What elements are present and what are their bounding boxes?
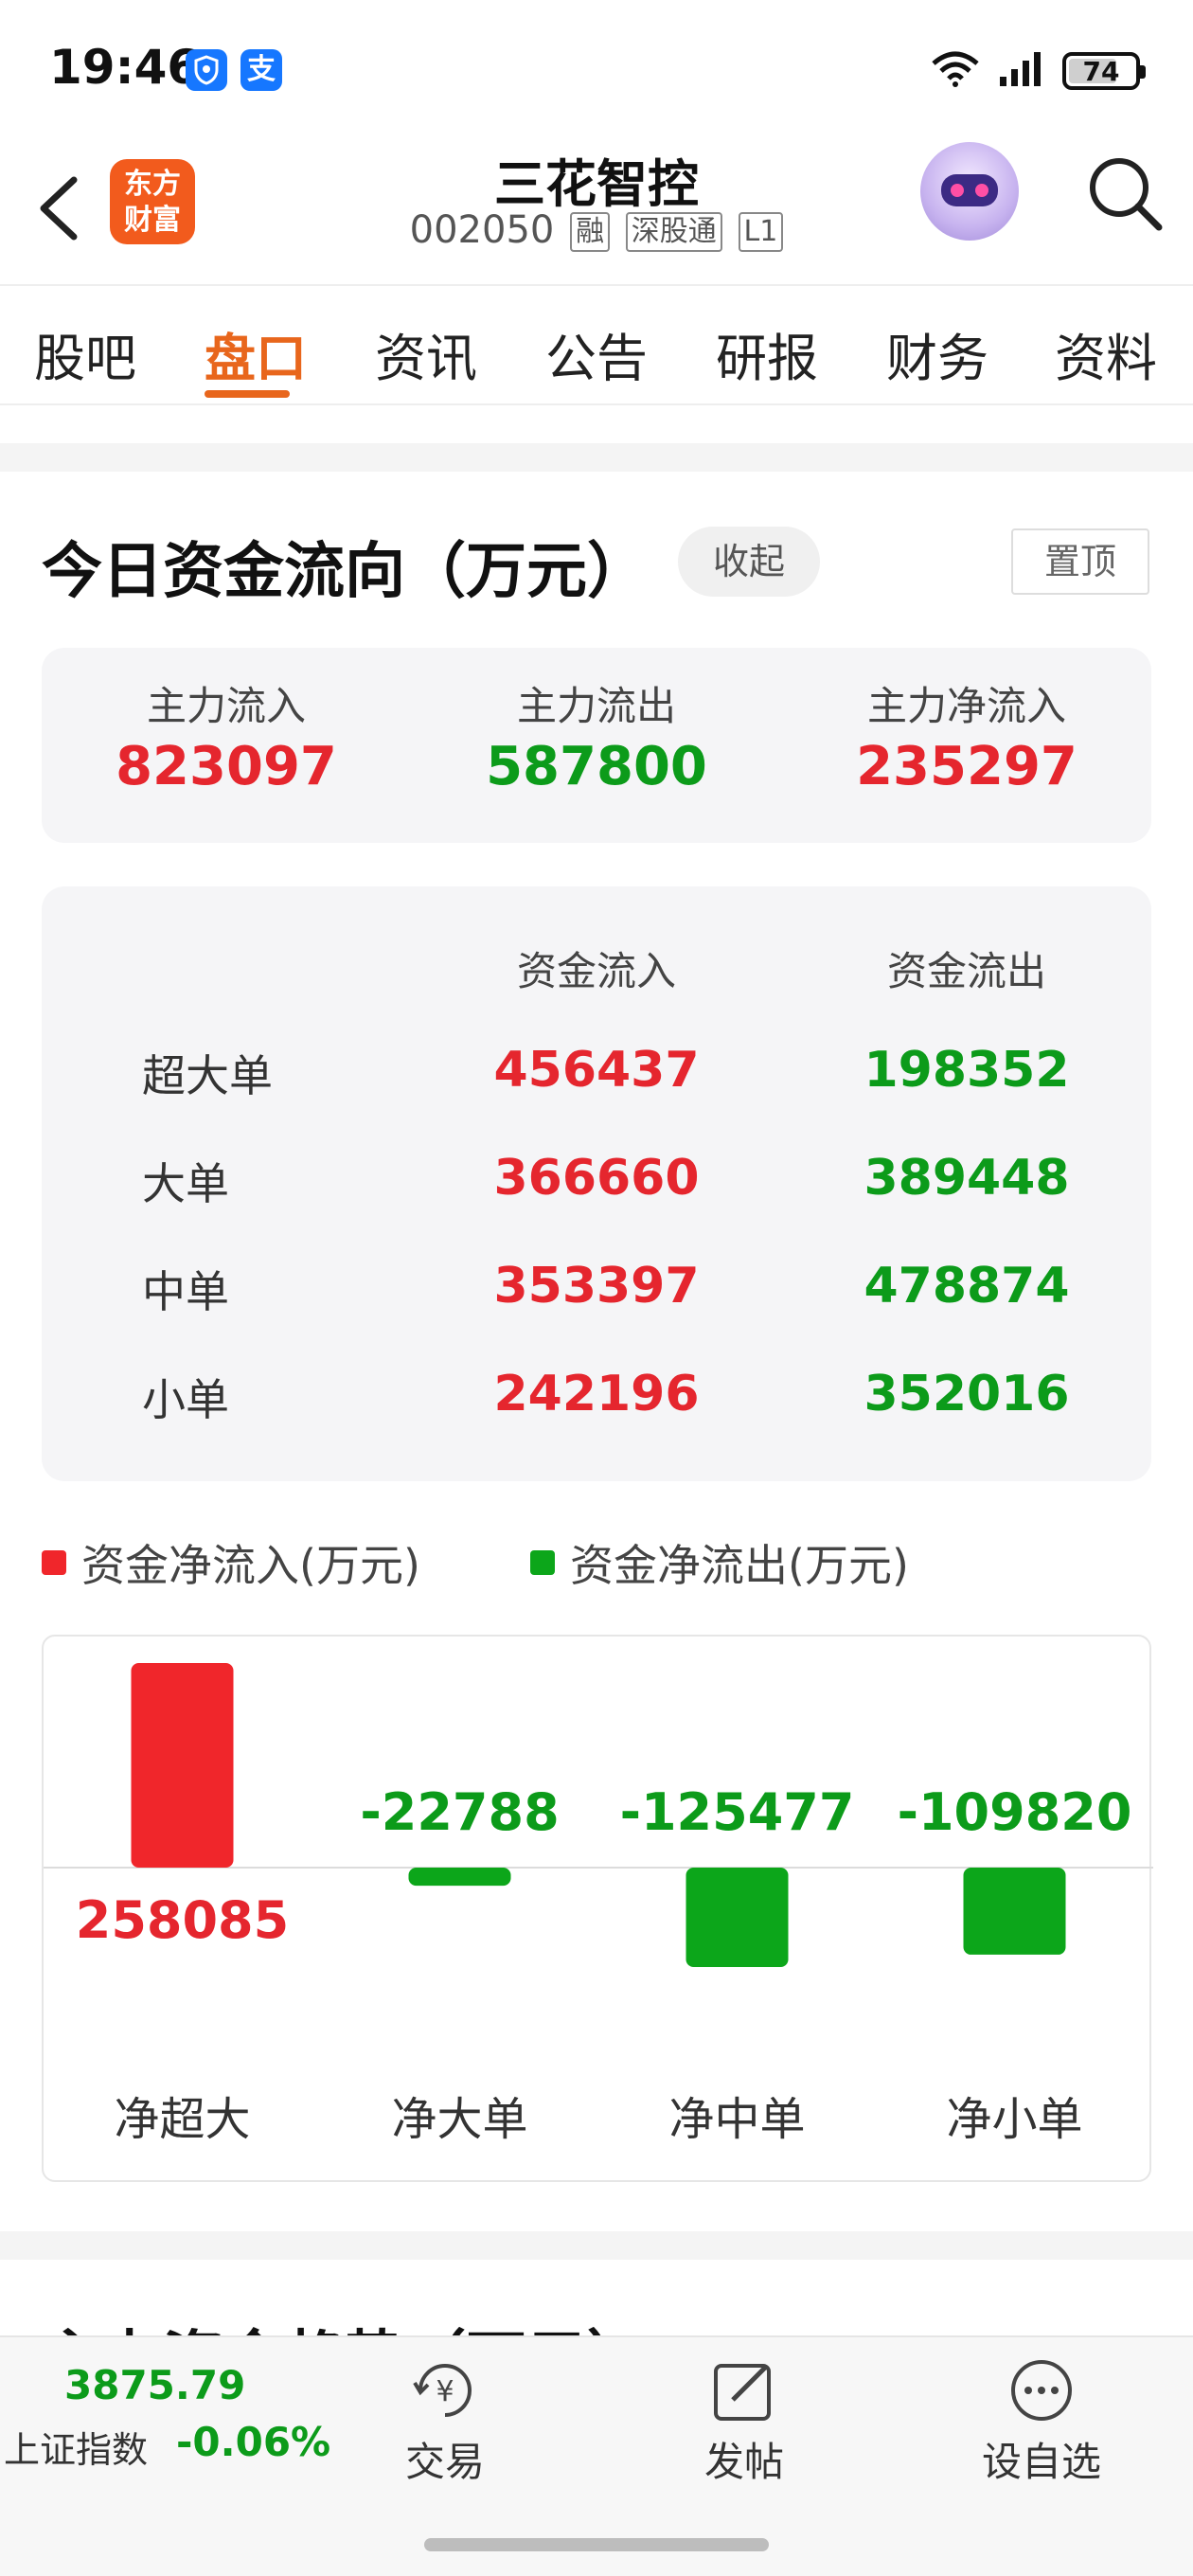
- row-label: 小单: [142, 1374, 229, 1425]
- inflow-value: 242196: [493, 1366, 700, 1422]
- main-inflow-value: 823097: [116, 736, 337, 797]
- category-label-2: 净中单: [668, 2093, 805, 2146]
- svg-text:¥: ¥: [436, 2375, 454, 2408]
- shield-app-icon: [186, 49, 227, 91]
- bar-value-label-1: -22788: [360, 1782, 559, 1842]
- bar-0: [131, 1663, 234, 1868]
- table-row: 超大单 456437 198352: [42, 1042, 1151, 1118]
- legend-swatch-red: [42, 1550, 66, 1575]
- main-inflow: 主力流入 823097: [42, 674, 411, 797]
- legend-outflow-label: 资金净流出(万元): [570, 1540, 909, 1591]
- more-dots-icon: [1007, 2356, 1076, 2424]
- status-bar: 19:46 支 74: [0, 0, 1193, 142]
- main-outflow: 主力流出 587800: [412, 674, 781, 797]
- tab-research[interactable]: 研报: [716, 316, 818, 391]
- robot-assistant-icon[interactable]: [920, 142, 1019, 241]
- tab-bar: 股吧 盘口 资讯 公告 研报 财务 资料: [0, 284, 1193, 405]
- add-watchlist-button[interactable]: 设自选: [947, 2356, 1136, 2488]
- tab-guba[interactable]: 股吧: [34, 316, 136, 391]
- bar-3: [963, 1868, 1066, 1955]
- column-header-inflow: 资金流入: [516, 948, 676, 994]
- legend-inflow: 资金净流入(万元): [42, 1534, 420, 1591]
- outflow-value: 478874: [864, 1258, 1070, 1315]
- category-label-3: 净小单: [946, 2093, 1082, 2146]
- tab-news[interactable]: 资讯: [375, 316, 477, 391]
- battery-level: 74: [1082, 55, 1120, 87]
- stock-code-line: 002050 融 深股通 L1: [0, 208, 1193, 252]
- stock-code: 002050: [409, 208, 555, 252]
- legend-inflow-label: 资金净流入(万元): [81, 1540, 420, 1591]
- bar-2: [686, 1868, 789, 1968]
- signal-icon: [998, 50, 1045, 92]
- robot-face: [941, 174, 998, 206]
- tag-level: L1: [738, 212, 784, 252]
- legend-swatch-green: [530, 1550, 555, 1575]
- robot-eye-left: [951, 184, 964, 197]
- section-separator: [0, 443, 1193, 472]
- alipay-icon: 支: [240, 49, 282, 91]
- inflow-value: 366660: [493, 1150, 700, 1207]
- main-inflow-label: 主力流入: [146, 683, 306, 729]
- home-indicator[interactable]: [424, 2538, 769, 2551]
- tag-margin: 融: [570, 212, 611, 252]
- tab-active-indicator: [205, 390, 290, 398]
- legend-outflow: 资金净流出(万元): [530, 1534, 909, 1591]
- outflow-value: 352016: [864, 1366, 1070, 1422]
- main-flow-card: 主力流入 823097 主力流出 587800 主力净流入 235297: [42, 648, 1151, 843]
- post-label: 发帖: [703, 2439, 784, 2485]
- section-separator: [0, 2231, 1193, 2260]
- tag-connect: 深股通: [625, 212, 722, 252]
- bar-1: [408, 1868, 511, 1887]
- main-net-inflow-label: 主力净流入: [866, 683, 1066, 729]
- trade-icon: ¥: [411, 2356, 479, 2424]
- column-header-outflow: 资金流出: [886, 948, 1046, 994]
- row-label: 中单: [142, 1266, 229, 1317]
- battery-icon: 74: [1062, 52, 1146, 90]
- tab-pankou[interactable]: 盘口: [205, 316, 307, 391]
- table-row: 小单 242196 352016: [42, 1366, 1151, 1441]
- status-time: 19:46: [49, 40, 201, 95]
- inflow-value: 456437: [493, 1042, 700, 1099]
- outflow-value: 198352: [864, 1042, 1070, 1099]
- net-flow-chart-svg: 258085 净超大 -22788 净大单 -125477 净中单 -109820 净小单: [44, 1663, 1153, 2146]
- collapse-button[interactable]: 收起: [678, 527, 820, 597]
- category-label-1: 净大单: [391, 2093, 527, 2146]
- bar-value-label-2: -125477: [620, 1782, 855, 1842]
- post-button[interactable]: 发帖: [650, 2356, 839, 2488]
- row-label: 大单: [142, 1158, 229, 1209]
- robot-eye-right: [975, 184, 988, 197]
- post-icon: [710, 2356, 778, 2424]
- row-label: 超大单: [142, 1050, 273, 1101]
- index-name: 上证指数: [4, 2429, 149, 2471]
- bar-value-label-0: 258085: [76, 1890, 289, 1950]
- main-outflow-label: 主力流出: [516, 683, 676, 729]
- tab-profile[interactable]: 资料: [1055, 316, 1157, 391]
- order-size-table: 资金流入 资金流出 超大单 456437 198352 大单 366660 38…: [42, 886, 1151, 1481]
- table-row: 大单 366660 389448: [42, 1150, 1151, 1225]
- index-change: -0.06%: [176, 2419, 331, 2465]
- wifi-icon: [930, 50, 981, 92]
- stock-header: 东方 财富 三花智控 002050 融 深股通 L1: [0, 142, 1193, 284]
- main-outflow-value: 587800: [486, 736, 707, 797]
- trade-label: 交易: [404, 2439, 485, 2485]
- main-net-inflow-value: 235297: [856, 736, 1077, 797]
- main-net-inflow: 主力净流入 235297: [782, 674, 1151, 797]
- inflow-value: 353397: [493, 1258, 700, 1315]
- net-flow-chart: 258085 净超大 -22788 净大单 -125477 净中单 -109820 净小单: [42, 1635, 1153, 2182]
- trade-button[interactable]: ¥ 交易: [350, 2356, 540, 2488]
- add-watchlist-label: 设自选: [981, 2439, 1101, 2485]
- section-title: 今日资金流向（万元）: [42, 537, 648, 607]
- outflow-value: 389448: [864, 1150, 1070, 1207]
- table-row: 中单 353397 478874: [42, 1258, 1151, 1333]
- pin-to-top-button[interactable]: 置顶: [1011, 528, 1149, 595]
- search-icon[interactable]: [1083, 152, 1168, 237]
- tab-finance[interactable]: 财务: [886, 316, 988, 391]
- bar-value-label-3: -109820: [898, 1782, 1132, 1842]
- index-value: 3875.79: [64, 2362, 246, 2408]
- tab-announcements[interactable]: 公告: [545, 316, 648, 391]
- category-label-0: 净超大: [114, 2093, 250, 2146]
